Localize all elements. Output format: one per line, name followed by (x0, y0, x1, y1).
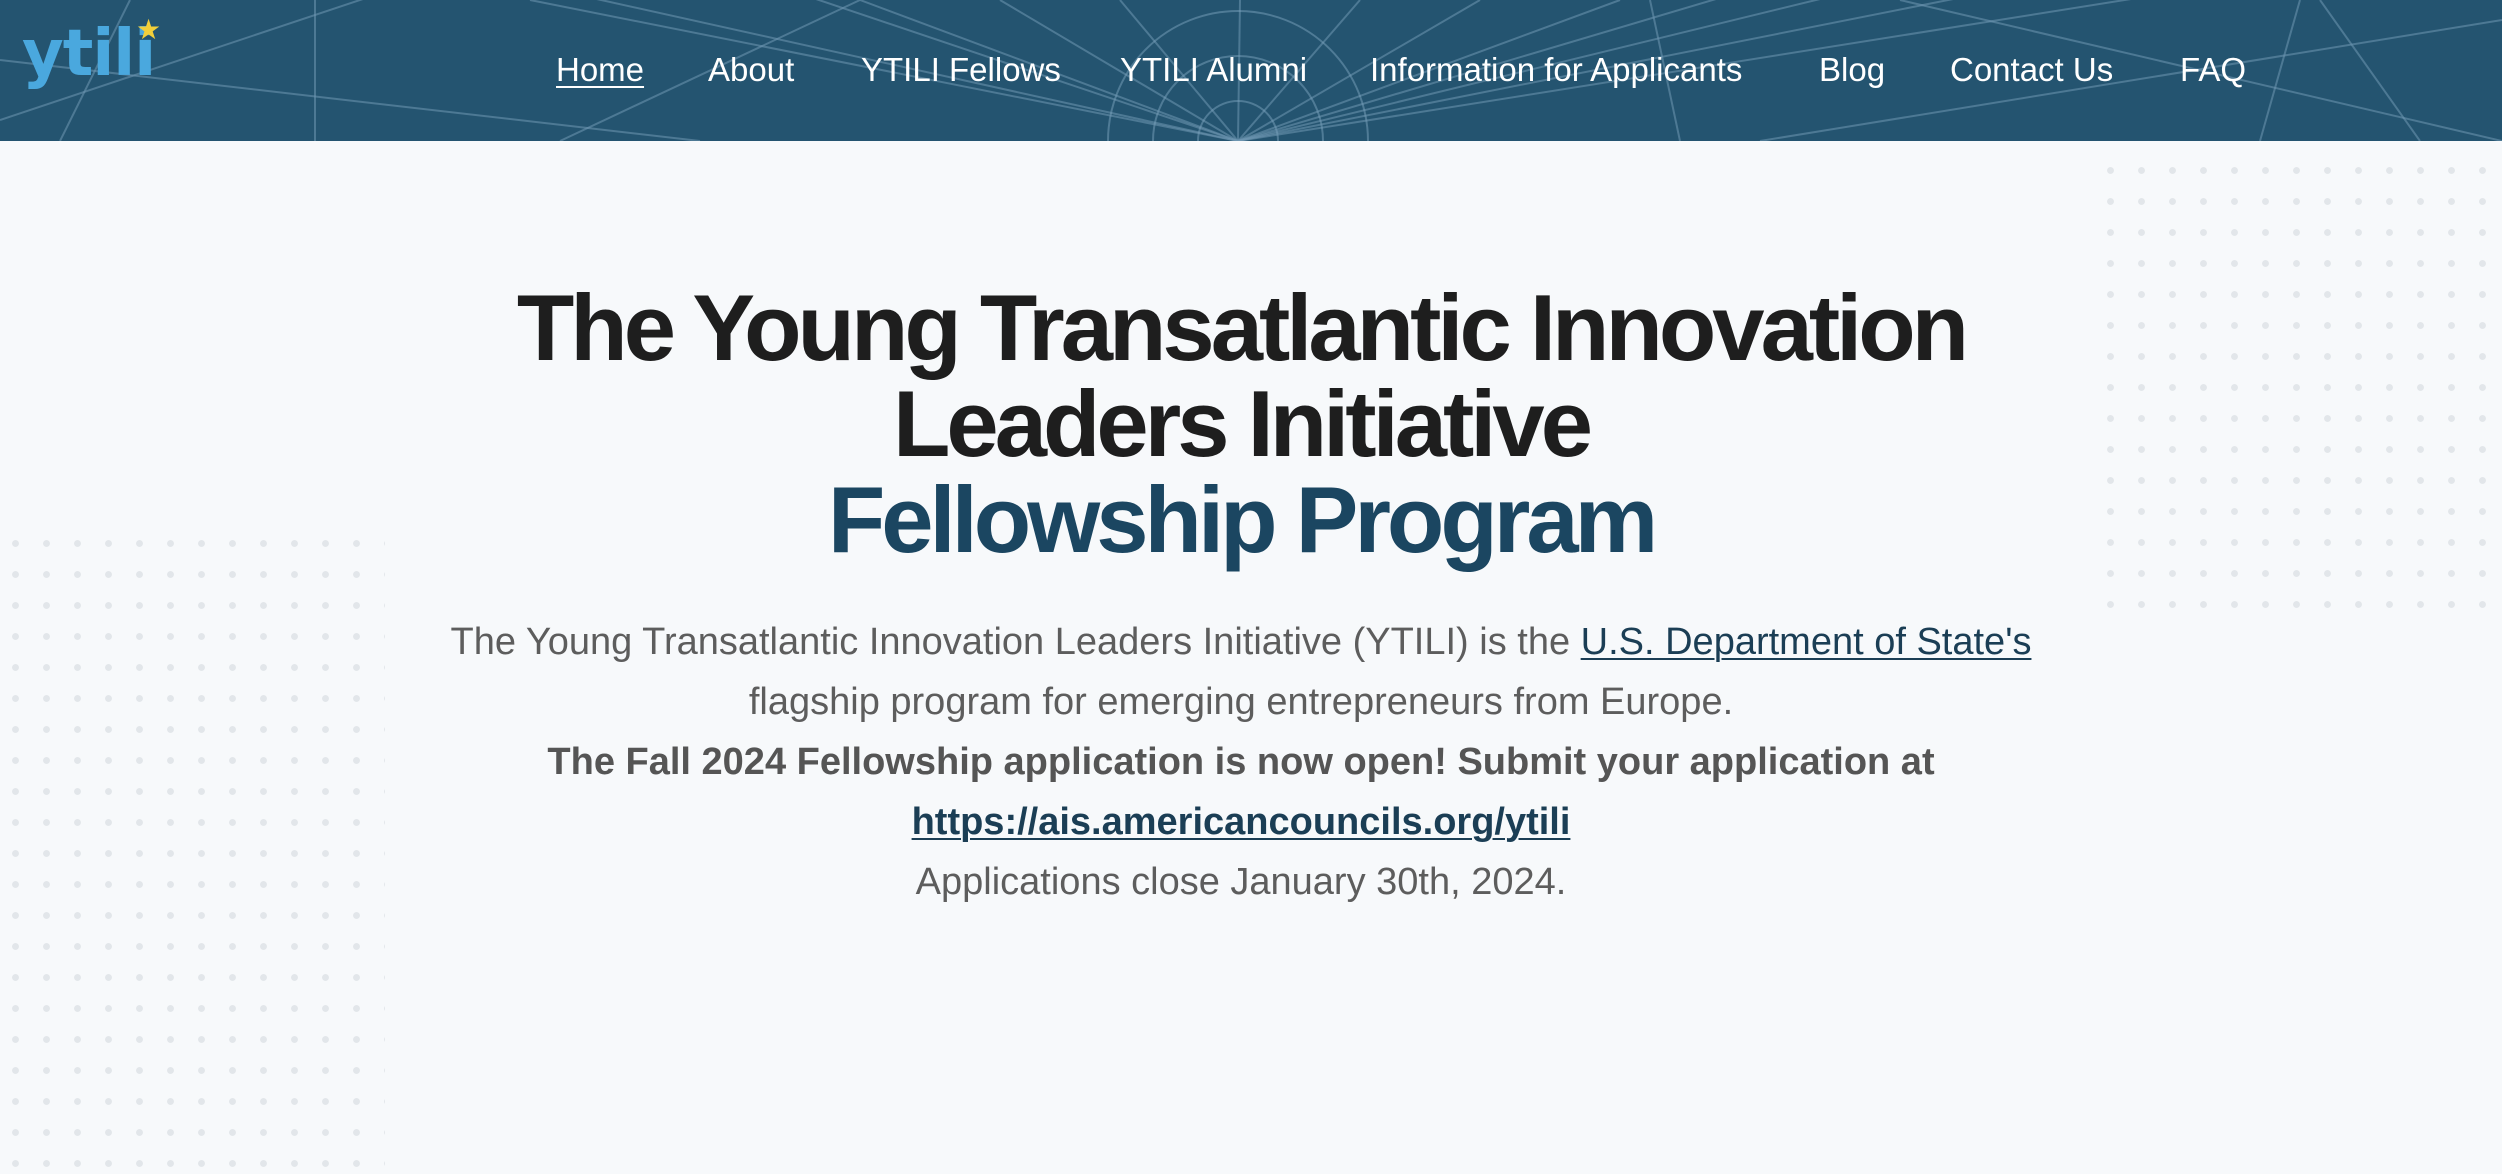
state-department-link[interactable]: U.S. Department of State's (1581, 621, 2032, 663)
nav-home[interactable]: Home (556, 50, 644, 90)
nav-contact-us[interactable]: Contact Us (1950, 50, 2113, 90)
hero-description: The Young Transatlantic Innovation Leade… (420, 612, 2062, 912)
decorative-dots-right (2095, 155, 2502, 615)
intro-text-after: flagship program for emerging entreprene… (748, 681, 1734, 723)
hero-section: The Young Transatlantic Innovation Leade… (420, 280, 2062, 912)
title-line-2: Leaders Initiative (893, 371, 1593, 476)
application-link[interactable]: https://ais.americancouncils.org/ytili (912, 801, 1571, 843)
nav-information-for-applicants[interactable]: Information for Applicants (1370, 50, 1742, 90)
intro-paragraph: The Young Transatlantic Innovation Leade… (420, 612, 2062, 732)
title-line-fellowship-program: Fellowship Program (827, 467, 1658, 572)
site-header: ytili ★ Home About YTILI Fellows YTILI A… (0, 0, 2502, 141)
title-line-1: The Young Transatlantic Innovation (516, 275, 1969, 380)
nav-ytili-fellows[interactable]: YTILI Fellows (861, 50, 1061, 90)
announcement-paragraph: The Fall 2024 Fellowship application is … (420, 732, 2062, 852)
nav-ytili-alumni[interactable]: YTILI Alumni (1120, 50, 1307, 90)
decorative-dots-left (0, 528, 385, 1174)
main-navigation: Home About YTILI Fellows YTILI Alumni In… (0, 0, 2502, 141)
nav-faq[interactable]: FAQ (2180, 50, 2246, 90)
intro-text-before: The Young Transatlantic Innovation Leade… (450, 621, 1581, 663)
nav-about[interactable]: About (708, 50, 794, 90)
page-title: The Young Transatlantic Innovation Leade… (420, 280, 2062, 568)
deadline-text: Applications close January 30th, 2024. (915, 861, 1567, 903)
announcement-text: The Fall 2024 Fellowship application is … (547, 741, 1935, 783)
nav-blog[interactable]: Blog (1819, 50, 1885, 90)
